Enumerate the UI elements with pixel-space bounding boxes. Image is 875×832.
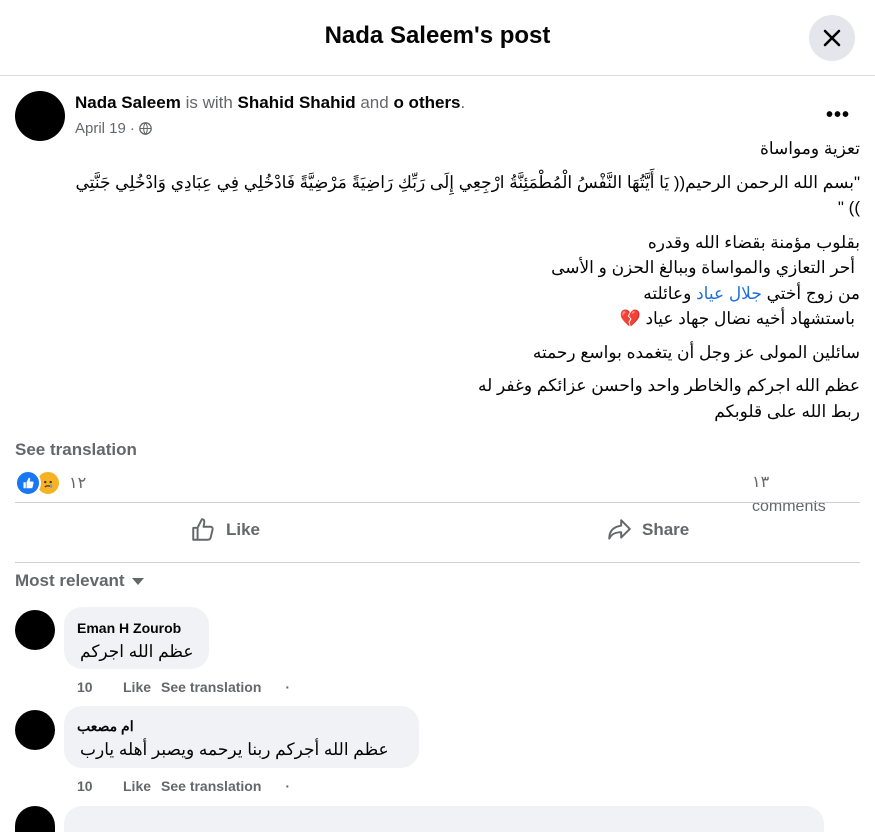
with-text: is with [185,93,233,112]
post-line-3: )) " [837,198,860,217]
line7-text: باستشهاد أخيه نضال جهاد عياد [645,309,855,328]
reactions-summary[interactable]: ١٢ [15,470,87,496]
post-line-10: ربط الله على قلوبكم [714,402,860,421]
mention-link[interactable]: جلال عياد [696,284,762,303]
post-line-5: أحر التعازي والمواساة وببالغ الحزن و الأ… [551,258,855,277]
and-text: and [360,93,389,112]
comment-time[interactable]: 10 [77,679,103,695]
others-link[interactable]: o others [393,93,460,112]
author-line: Nada Saleem is with Shahid Shahid and o … [75,93,465,113]
post-line-2: "بسم الله الرحمن الرحيم(( يَا أَيَّتُهَا… [75,173,860,192]
dialog-header: Nada Saleem's post [0,0,875,76]
separator-dot: · [129,120,135,137]
comment-actions: 10 Like See translation · [77,679,290,695]
reaction-count: ١٢ [69,475,87,492]
comment-avatar[interactable] [15,806,55,832]
commenter-name[interactable]: Eman H Zourob [77,620,181,636]
dialog-title: Nada Saleem's post [324,22,551,49]
like-label: Like [226,520,261,539]
comment-avatar[interactable] [15,610,55,650]
like-button[interactable]: Like [190,515,260,545]
comment-translate-link[interactable]: See translation [161,778,261,794]
like-reaction-icon [15,470,41,496]
post-line-4: بقلوب مؤمنة بقضاء الله وقدره [647,233,860,252]
thumbs-up-icon [192,518,214,541]
close-button[interactable] [809,15,855,61]
close-icon [823,29,841,47]
author-name[interactable]: Nada Saleem [75,93,181,112]
comment-time[interactable]: 10 [77,778,103,794]
comment-text: عظم الله أجركم ربنا يرحمه ويصبر أهله يار… [80,740,389,759]
line6-suffix: وعائلته [643,284,692,303]
share-label: Share [642,520,690,539]
post-date[interactable]: April 19 [75,120,126,137]
share-icon [608,519,631,540]
share-button[interactable]: Share [606,515,689,545]
globe-icon [139,122,152,135]
post-line-9: عظم الله اجركم والخاطر واحد واحسن عزائكم… [478,376,860,395]
commenter-name[interactable]: ام مصعب [77,718,134,735]
line6-prefix: من زوج أختي [766,284,860,303]
divider-top [15,502,860,503]
comment-actions: 10 Like See translation · [77,778,290,794]
comment-sort-dropdown[interactable]: Most relevant [15,571,145,591]
see-translation-link[interactable]: See translation [15,440,137,460]
broken-heart-icon: 💔 [619,309,641,328]
comment-bubble [64,806,824,832]
post-line-1: تعزية ومواساة [759,139,860,158]
comment-translate-link[interactable]: See translation [161,679,261,695]
post-date-row: April 19 · [75,120,152,137]
post-line-7: باستشهاد أخيه نضال جهاد عياد 💔 [620,309,855,329]
author-avatar[interactable] [15,91,65,141]
sort-label: Most relevant [15,571,125,590]
comment-dot: · [285,679,291,695]
divider-bottom [15,562,860,563]
tagged-person[interactable]: Shahid Shahid [238,93,356,112]
post-line-6: من زوج أختي جلال عياد وعائلته [643,284,860,304]
caret-down-icon [131,578,144,585]
comment-like-button[interactable]: Like [123,778,151,794]
comment-avatar[interactable] [15,710,55,750]
comments-count[interactable]: ١٣ comments [752,471,847,519]
more-options-button[interactable]: ••• [826,104,850,126]
comment-dot: · [285,778,291,794]
comment-like-button[interactable]: Like [123,679,151,695]
post-line-8: سائلين المولى عز وجل أن يتغمده بواسع رحم… [532,343,860,362]
comment-text: عظم الله اجركم [80,642,194,661]
period: . [460,93,466,112]
